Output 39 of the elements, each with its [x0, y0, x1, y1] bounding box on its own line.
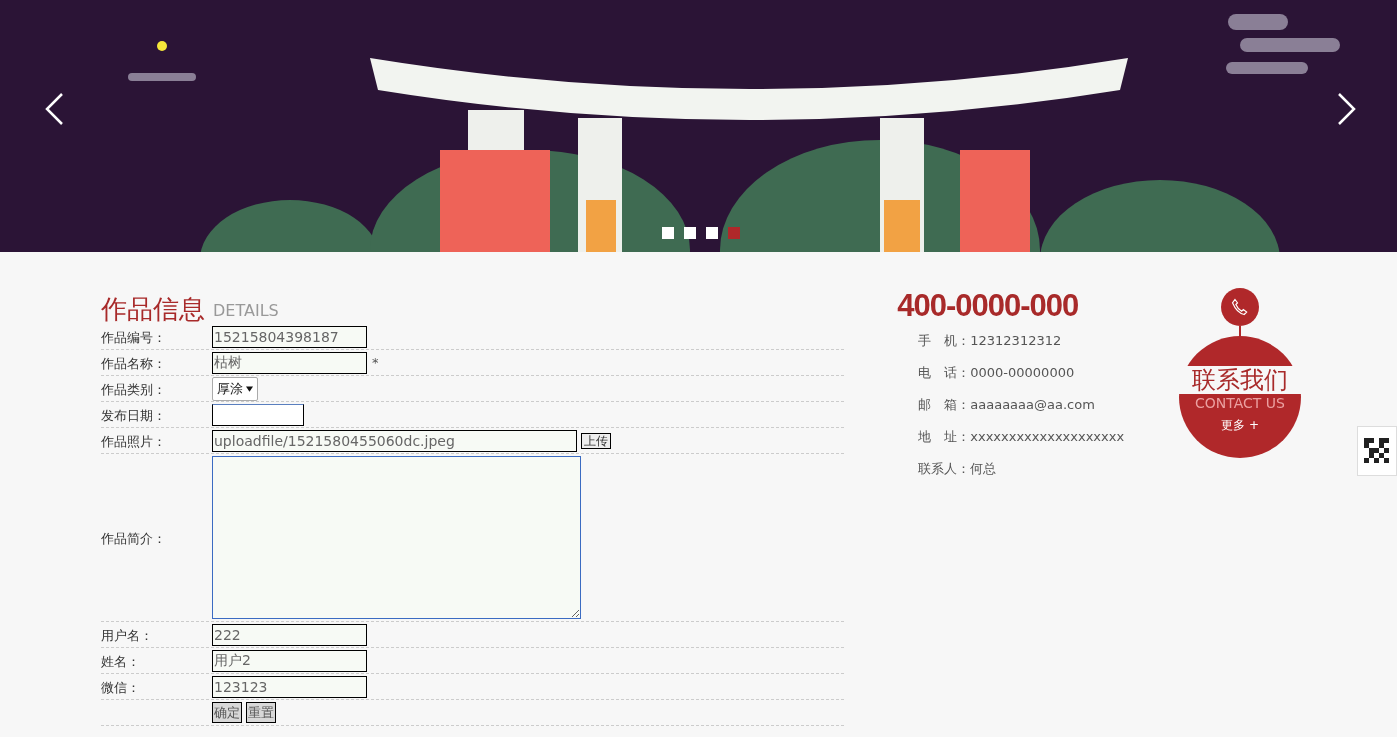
text-field[interactable]: 15215804398187: [212, 325, 367, 348]
contact-detail: 地 址：xxxxxxxxxxxxxxxxxxxx: [918, 428, 1126, 446]
text-field[interactable]: 123123: [212, 675, 367, 698]
field-label: 作品照片：: [101, 433, 166, 449]
field-label: 作品类别：: [101, 381, 166, 397]
form-button[interactable]: 重置: [246, 702, 276, 723]
contact-detail: 手 机：12312312312: [918, 332, 1063, 350]
contact-detail: 电 话：0000-00000000: [918, 364, 1076, 382]
more-link[interactable]: 更多 +: [1221, 416, 1259, 434]
slide-indicator[interactable]: [684, 227, 696, 239]
field-label: 发布日期：: [101, 407, 166, 423]
contact-detail: 邮 箱：aaaaaaaa@aa.com: [918, 396, 1096, 414]
field-label: 微信：: [101, 679, 140, 695]
category-dropdown[interactable]: 厚涂: [212, 376, 258, 401]
text-field[interactable]: 用户2: [212, 649, 367, 672]
text-field[interactable]: 枯树: [212, 351, 367, 374]
section-subtitle: DETAILS: [213, 300, 279, 322]
field-label: 作品简介：: [101, 530, 166, 546]
field-label: 姓名：: [101, 653, 140, 669]
badge-title: 联系我们: [1179, 366, 1302, 394]
badge-subtitle: CONTACT US: [1195, 394, 1285, 412]
required-mark: *: [372, 353, 379, 372]
contact-detail: 联系人：何总: [918, 460, 998, 478]
date-field[interactable]: [212, 403, 304, 426]
text-field[interactable]: 222: [212, 623, 367, 646]
slide-indicator[interactable]: [728, 227, 740, 239]
section-title: 作品信息: [101, 294, 205, 324]
photo-path-field[interactable]: uploadfile/1521580455060dc.jpeg: [212, 429, 577, 452]
upload-button[interactable]: 上传: [581, 432, 611, 449]
caret-icon: [246, 385, 253, 392]
form-button[interactable]: 确定: [212, 702, 242, 723]
field-label: 用户名：: [101, 627, 153, 643]
field-label: 作品名称：: [101, 355, 166, 371]
contact-us-badge[interactable]: 联系我们 CONTACT US 更多 +: [1179, 336, 1302, 458]
description-field[interactable]: [212, 456, 581, 619]
hotline-number: 400-0000-000: [897, 288, 1080, 324]
slide-indicator[interactable]: [662, 227, 674, 239]
slide-indicator[interactable]: [706, 227, 718, 239]
field-label: 作品编号：: [101, 329, 166, 345]
